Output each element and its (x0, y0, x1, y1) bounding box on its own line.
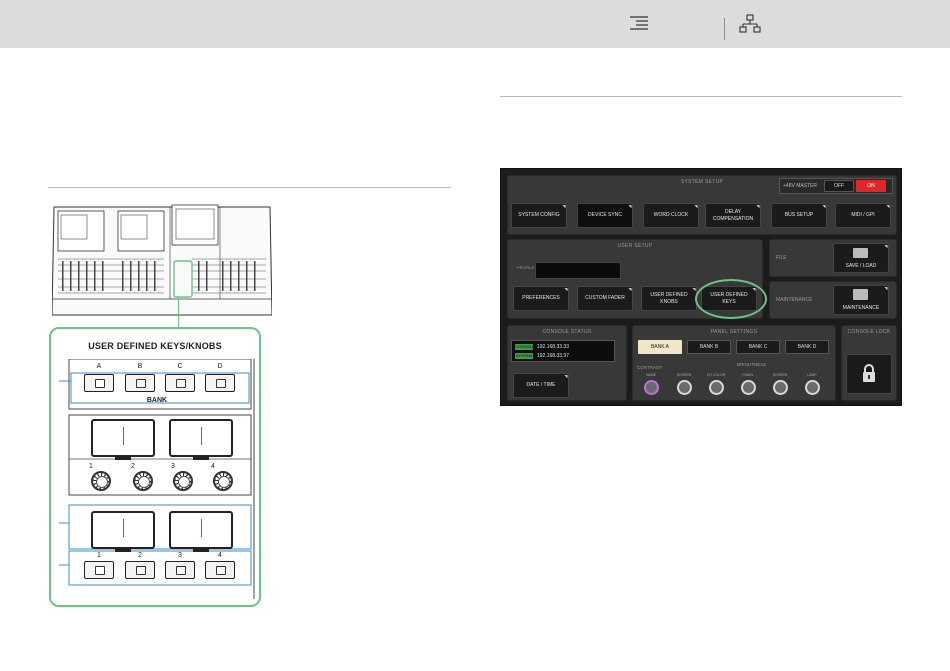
bank-b-button[interactable]: BANK B (687, 340, 731, 354)
bank-label: BANK (146, 397, 168, 404)
key-number-1: 1 (97, 552, 101, 559)
toolbar-divider (724, 18, 725, 40)
key-number-2: 2 (138, 552, 142, 559)
brightness-panel-label: PANEL (742, 373, 754, 377)
bank-d-button[interactable]: BANK D (785, 340, 829, 354)
bank-key-b (125, 374, 155, 392)
phantom-on-button[interactable]: ON (856, 180, 886, 192)
midi-gpi-button[interactable]: MIDI / GPI (835, 203, 891, 228)
user-defined-key-2 (125, 561, 155, 579)
bank-key-a (84, 374, 114, 392)
knob-number-2: 2 (131, 463, 135, 470)
left-section-rule (48, 187, 451, 188)
console-ip: 192.168.33.33 (537, 344, 569, 350)
system-ip-row: SYSTEM 192.168.33.97 (515, 353, 569, 359)
user-defined-keys-panel-illustration: USER DEFINED KEYS/KNOBS A B C D BANK 1 2… (49, 327, 261, 607)
profile-label: PROFILE (517, 265, 535, 270)
bank-key-label-c: C (177, 363, 183, 370)
console-status-title: CONSOLE STATUS (542, 329, 592, 335)
user-defined-knob-2 (133, 471, 153, 491)
bus-setup-button[interactable]: BUS SETUP (771, 203, 827, 228)
brightness-label: BRIGHTNESS (737, 362, 767, 367)
console-ip-row: CONSOLE 192.168.33.33 (515, 344, 569, 350)
preferences-button[interactable]: PREFERENCES (513, 286, 569, 311)
file-label: FILE (776, 255, 787, 261)
device-sync-button[interactable]: DEVICE SYNC (577, 203, 633, 228)
bank-key-c (165, 374, 195, 392)
system-tag: SYSTEM (515, 353, 533, 359)
sitemap-icon[interactable] (739, 14, 761, 34)
callout-connector (178, 297, 179, 327)
user-defined-knobs-button[interactable]: USER DEFINED KNOBS (641, 286, 697, 311)
contrast-name-knob[interactable] (644, 380, 659, 395)
brightness-chcolor-knob[interactable] (709, 380, 724, 395)
lock-icon (863, 364, 875, 382)
user-defined-key-3 (165, 561, 195, 579)
user-defined-knob-3 (173, 471, 193, 491)
contrast-name-label: NAME (645, 373, 657, 377)
brightness-screen2-label: SCREEN (772, 373, 788, 377)
phantom-master-label: +48V MASTER (783, 183, 818, 189)
knob-display-1 (91, 419, 155, 460)
knob-display-2 (169, 419, 233, 460)
user-setup-title: USER SETUP (617, 243, 653, 249)
profile-field[interactable] (535, 262, 621, 279)
user-defined-key-1 (84, 561, 114, 579)
phantom-off-button[interactable]: OFF (824, 180, 854, 192)
user-defined-keys-highlight (695, 279, 767, 319)
contrast-label: CONTRAST (637, 365, 662, 370)
knob-number-1: 1 (89, 463, 93, 470)
user-defined-knob-1 (91, 471, 111, 491)
console-ip-box: CONSOLE 192.168.33.33 SYSTEM 192.168.33.… (511, 340, 615, 362)
delay-compensation-button[interactable]: DELAY COMPENSATION (705, 203, 761, 228)
knob-number-3: 3 (171, 463, 175, 470)
console-tag: CONSOLE (515, 344, 535, 350)
key-display-2 (169, 511, 233, 552)
maintenance-icon (853, 289, 868, 300)
brightness-screen-knob[interactable] (677, 380, 692, 395)
udk-title: USER DEFINED KEYS/KNOBS (88, 341, 222, 351)
bank-key-label-b: B (137, 363, 143, 370)
folder-icon (853, 248, 868, 258)
right-section-rule (500, 96, 902, 97)
knob-number-4: 4 (211, 463, 215, 470)
brightness-lamp-label: LAMP (807, 373, 817, 377)
system-ip: 192.168.33.97 (537, 353, 569, 359)
key-display-1 (91, 511, 155, 552)
brightness-chcolor-label: CH COLOR (706, 373, 726, 377)
brightness-lamp-knob[interactable] (805, 380, 820, 395)
bank-a-button[interactable]: BANK A (638, 340, 682, 354)
user-defined-knob-4 (213, 471, 233, 491)
console-lock-title: CONSOLE LOCK (847, 329, 891, 335)
key-number-4: 4 (218, 552, 222, 559)
custom-fader-button[interactable]: CUSTOM FADER (577, 286, 633, 311)
brightness-screen2-knob[interactable] (773, 380, 788, 395)
system-config-button[interactable]: SYSTEM CONFIG (511, 203, 567, 228)
bank-key-label-a: A (96, 363, 102, 370)
date-time-button[interactable]: DATE / TIME (513, 373, 569, 398)
bank-c-button[interactable]: BANK C (736, 340, 780, 354)
top-toolbar (0, 0, 950, 48)
menu-lines-icon[interactable] (628, 14, 650, 34)
key-number-3: 3 (178, 552, 182, 559)
console-illustration (52, 204, 272, 316)
bank-key-d (205, 374, 235, 392)
brightness-panel-knob[interactable] (741, 380, 756, 395)
bank-key-label-d: D (217, 363, 223, 370)
word-clock-button[interactable]: WORD CLOCK (643, 203, 699, 228)
user-defined-key-4 (205, 561, 235, 579)
brightness-screen-label: SCREEN (676, 373, 692, 377)
panel-settings-title: PANEL SETTINGS (710, 329, 758, 335)
maintenance-label: MAINTENANCE (776, 297, 813, 303)
